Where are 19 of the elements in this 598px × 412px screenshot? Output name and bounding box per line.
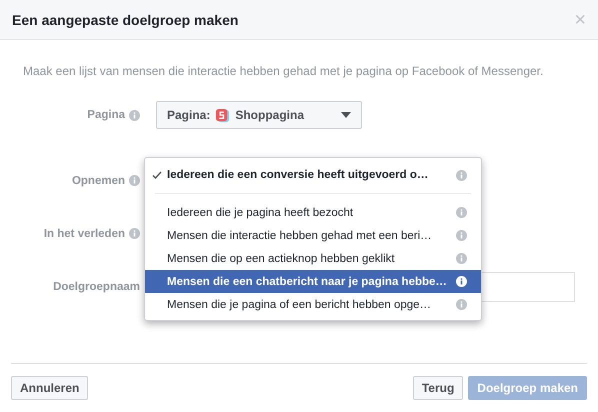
- caret-icon: [341, 112, 351, 118]
- menu-item[interactable]: Mensen die op een actieknop hebben geklikt: [145, 247, 481, 270]
- field-label: Pagina: [87, 109, 125, 121]
- field-label: Doelgroepnaam: [53, 280, 140, 292]
- menu-item[interactable]: Iedereen die je pagina heeft bezocht: [145, 201, 481, 224]
- action-button[interactable]: Annuleren: [11, 376, 88, 400]
- field-label: Opnemen: [72, 174, 125, 186]
- menu-item[interactable]: Mensen die je pagina of een bericht hebben opge…: [145, 293, 481, 316]
- menu-item[interactable]: Iedereen die een conversie heeft uitgevoerd o…: [145, 162, 481, 188]
- action-button[interactable]: Terug: [412, 376, 464, 400]
- info-icon[interactable]: [456, 276, 467, 287]
- field-label: In het verleden: [44, 228, 125, 240]
- description-text: Maak een lijst van mensen die interactie hebben gehad met je pagina op Facebook of Messenger.: [23, 64, 544, 78]
- menu-item[interactable]: Mensen die een chatbericht naar je pagina hebbe…: [145, 270, 481, 293]
- menu-item[interactable]: Mensen die interactie hebben gehad met een beri…: [145, 224, 481, 247]
- dialog-title: Een aangepaste doelgroep maken: [12, 12, 238, 28]
- shop-logo-icon: [215, 108, 230, 122]
- page-dropdown[interactable]: Pagina: Shoppagina: [156, 101, 362, 129]
- checkmark-icon: [152, 171, 162, 179]
